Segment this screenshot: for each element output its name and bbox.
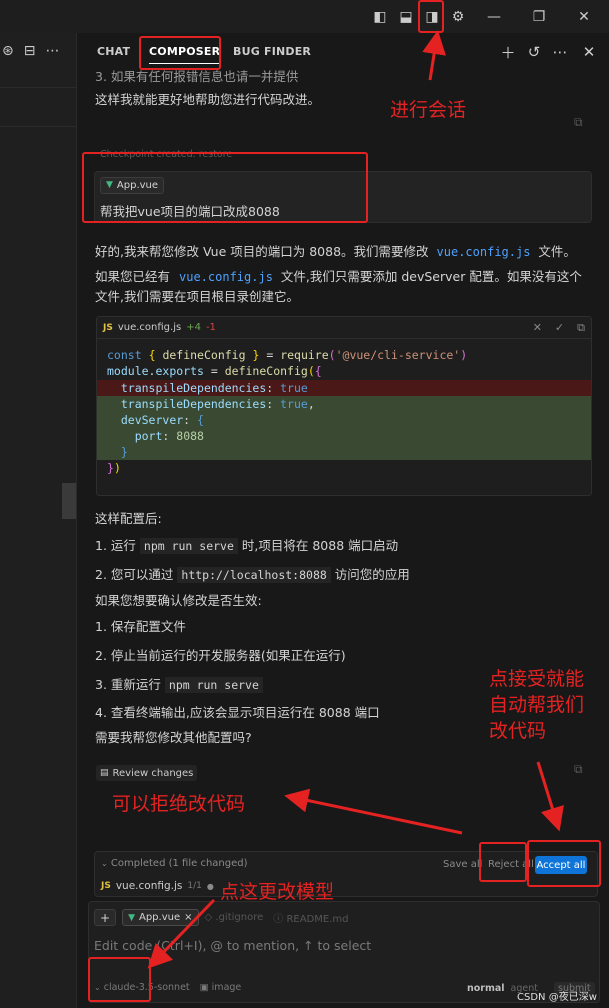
annotation-arrows: [147, 30, 564, 969]
arrow-to-sidebar-toggle: [422, 30, 446, 81]
arrow-to-model: [147, 898, 216, 969]
watermark: CSDN @夜已深w: [517, 992, 597, 1003]
arrow-to-reject: [284, 788, 463, 835]
arrow-to-accept: [536, 761, 564, 832]
